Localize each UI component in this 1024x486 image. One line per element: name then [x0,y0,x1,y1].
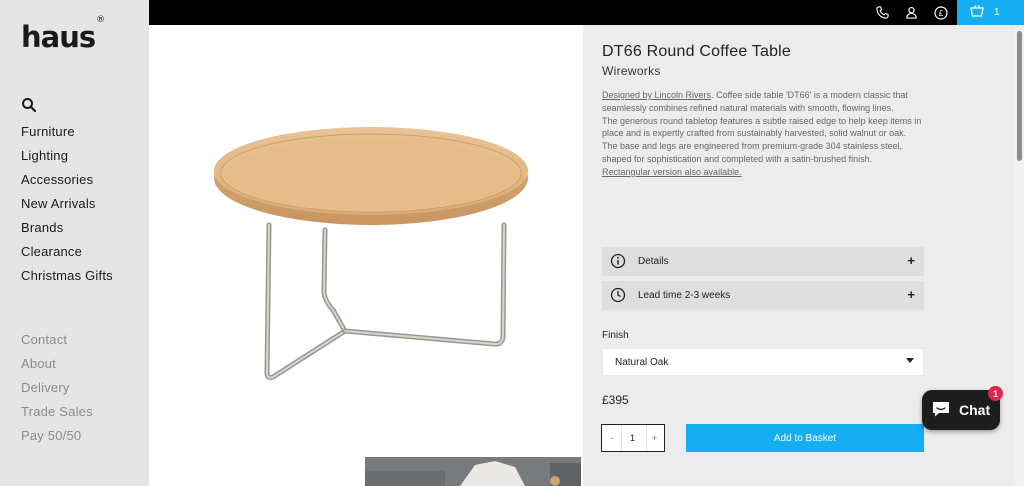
nav-item-furniture[interactable]: Furniture [21,124,113,148]
dropdown-arrow-icon [906,358,914,363]
nav-item-lighting[interactable]: Lighting [21,148,113,172]
finish-selected-value: Natural Oak [615,357,669,368]
chat-bubble-icon [931,400,951,421]
details-label: Details [638,256,669,267]
product-price: £395 [602,393,629,407]
svg-text:£: £ [938,9,943,18]
product-title: DT66 Round Coffee Table [602,43,792,60]
finish-select[interactable]: Natural Oak [602,348,924,376]
stepper-divider [621,425,622,451]
description-text-2: The generous round tabletop features a s… [602,115,922,139]
primary-nav: Furniture Lighting Accessories New Arriv… [21,124,113,292]
basket-icon [970,4,984,22]
nav-item-trade-sales[interactable]: Trade Sales [21,404,93,428]
nav-item-new-arrivals[interactable]: New Arrivals [21,196,113,220]
cart-count: 1 [994,7,1000,18]
quantity-increase-button[interactable]: + [652,433,657,443]
rectangular-version-link[interactable]: Rectangular version also available. [602,167,742,177]
nav-item-brands[interactable]: Brands [21,220,113,244]
designer-link[interactable]: Designed by Lincoln Rivers [602,90,711,100]
nav-item-christmas-gifts[interactable]: Christmas Gifts [21,268,113,292]
quantity-input[interactable]: 1 [630,433,635,443]
nav-item-pay-50-50[interactable]: Pay 50/50 [21,428,93,452]
search-icon[interactable] [21,97,37,113]
expand-icon[interactable]: + [907,253,915,268]
lead-time-label: Lead time 2-3 weeks [638,290,731,301]
info-icon [610,253,626,269]
product-image-area [149,25,583,486]
add-to-basket-button[interactable]: Add to Basket [686,424,924,452]
product-image[interactable] [149,25,583,457]
product-description: Designed by Lincoln Rivers. Coffee side … [602,89,932,179]
scrollbar-thumb[interactable] [1017,31,1022,161]
account-icon[interactable] [903,4,920,21]
details-accordion[interactable]: Details + [602,247,924,276]
description-text-3: The base and legs are engineered from pr… [602,141,903,164]
finish-label: Finish [602,330,629,341]
clock-icon [610,287,626,303]
secondary-nav: Contact About Delivery Trade Sales Pay 5… [21,332,93,452]
logo[interactable]: haus® [21,15,105,54]
phone-icon[interactable] [874,4,891,21]
product-thumbnail[interactable] [365,457,581,486]
top-bar: £ 1 [149,0,1024,25]
sidebar: haus® Furniture Lighting Accessories New… [0,0,149,486]
currency-icon[interactable]: £ [932,4,949,21]
nav-item-accessories[interactable]: Accessories [21,172,113,196]
stepper-divider [646,425,647,451]
quantity-decrease-button[interactable]: - [610,433,613,443]
chat-label: Chat [959,402,991,418]
nav-item-contact[interactable]: Contact [21,332,93,356]
cart-button[interactable]: 1 [957,0,1024,25]
chat-notification-badge: 1 [988,386,1003,401]
nav-item-delivery[interactable]: Delivery [21,380,93,404]
lead-time-accordion[interactable]: Lead time 2-3 weeks + [602,281,924,310]
expand-icon[interactable]: + [907,287,915,302]
nav-item-clearance[interactable]: Clearance [21,244,113,268]
product-brand-link[interactable]: Wireworks [602,64,661,78]
quantity-stepper: - 1 + [601,424,665,452]
nav-item-about[interactable]: About [21,356,93,380]
scrollbar[interactable] [1015,25,1024,486]
